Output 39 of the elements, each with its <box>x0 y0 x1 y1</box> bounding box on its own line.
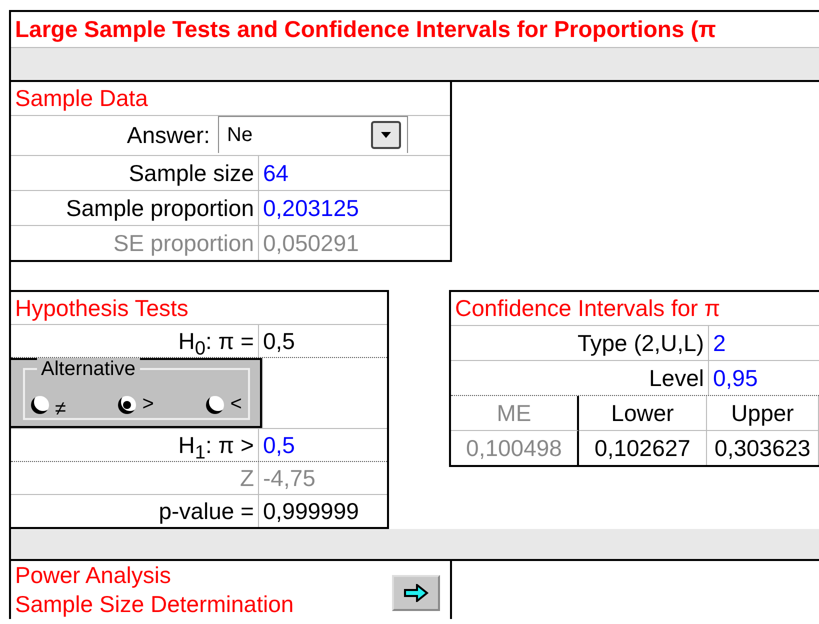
section-heading: Sample Data <box>11 82 450 116</box>
value-cell-text: 0,999999 <box>262 497 360 526</box>
answer-label: Answer: <box>126 122 210 148</box>
section-heading: Hypothesis Tests <box>11 292 387 325</box>
radio-button[interactable] <box>206 396 224 414</box>
radio-label: ≠ <box>55 398 66 421</box>
value-cell-text: 2 <box>712 329 727 358</box>
answer-dropdown[interactable]: Ne <box>218 116 408 153</box>
section-heading: Sample Size Determination <box>15 590 294 619</box>
section-heading: Confidence Intervals for π <box>451 292 819 326</box>
value-cell-text: 0,95 <box>712 364 759 393</box>
value-cell-text: 0,203125 <box>262 194 360 223</box>
field-label: Type (2,U,L) <box>577 330 704 356</box>
section-heading: Power Analysis <box>15 561 172 590</box>
right-arrow-icon <box>403 584 429 602</box>
table-cell: 0,102627 <box>579 431 707 465</box>
field-label: Sample size <box>128 160 254 186</box>
radio-label: > <box>142 393 154 416</box>
column-header: Lower <box>579 396 707 431</box>
hypothesis-label: H$_{0}$: π = <box>178 328 254 354</box>
value-cell-text: -4,75 <box>262 464 316 493</box>
value-cell-text: 0,5 <box>262 327 296 356</box>
field-label: Level <box>649 365 704 391</box>
value-cell-text: 0,5 <box>262 431 296 460</box>
value-cell-text: 0,050291 <box>262 229 360 258</box>
value-cell-text: 64 <box>262 159 290 188</box>
table-cell: 0,100498 <box>451 431 579 465</box>
field-label: p-value = <box>158 498 254 524</box>
field-label: Sample proportion <box>66 195 254 221</box>
field-label: H$_{1}$: π > <box>178 432 254 458</box>
radio-button[interactable] <box>31 396 49 414</box>
column-header: ME <box>451 396 579 431</box>
column-header: Upper <box>707 396 819 431</box>
field-label: SE proportion <box>113 230 254 256</box>
table-cell: 0,303623 <box>707 431 819 465</box>
field-label: Z <box>240 465 254 491</box>
arrow-button[interactable] <box>392 575 440 611</box>
radio-label: < <box>230 393 242 416</box>
radio-button[interactable] <box>118 396 136 414</box>
